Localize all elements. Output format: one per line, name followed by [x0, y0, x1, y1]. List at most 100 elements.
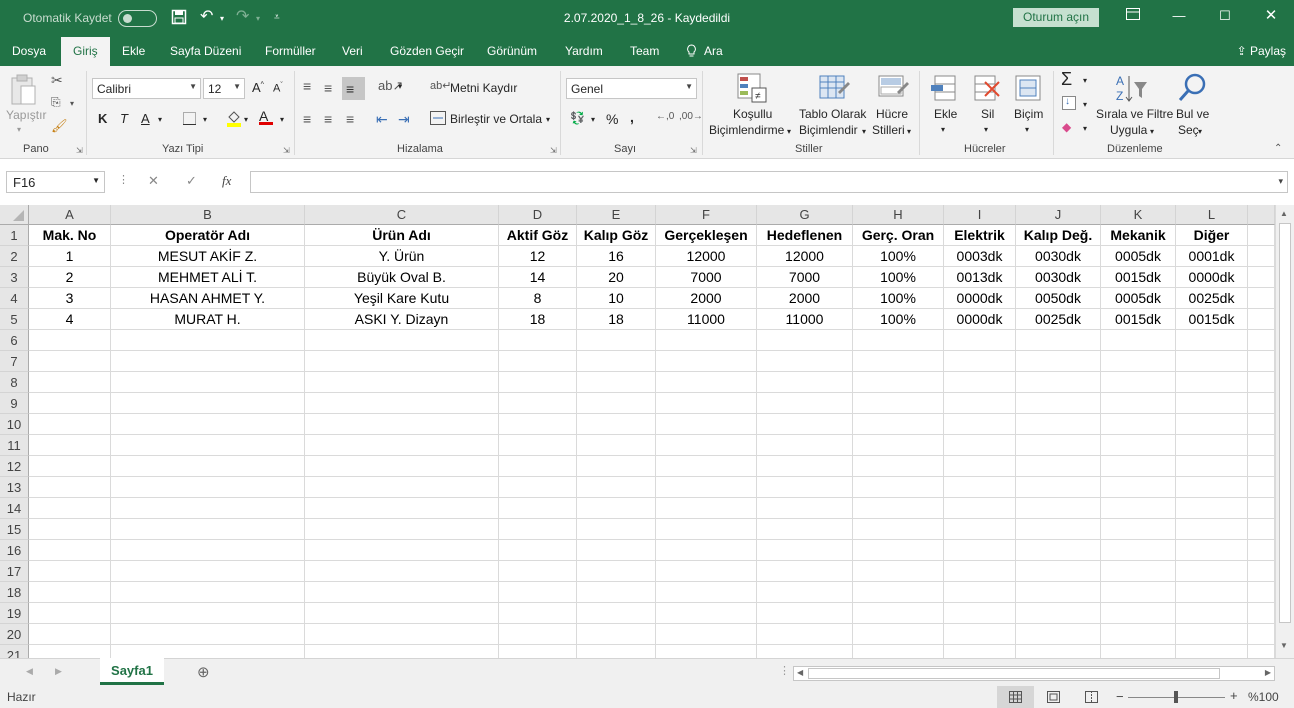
tab-gozden-gecir[interactable]: Gözden Geçir [390, 44, 464, 58]
cell-d9[interactable] [499, 393, 577, 414]
cell-j14[interactable] [1016, 498, 1101, 519]
cell-l6[interactable] [1176, 330, 1248, 351]
cell-i9[interactable] [944, 393, 1016, 414]
column-header-k[interactable]: K [1101, 205, 1176, 225]
cell-b8[interactable] [111, 372, 305, 393]
cell-k14[interactable] [1101, 498, 1176, 519]
column-header-i[interactable]: I [944, 205, 1016, 225]
cell-g13[interactable] [757, 477, 853, 498]
wrap-text-icon[interactable]: ab↵ [430, 79, 451, 92]
clear-dropdown-icon[interactable]: ▾ [1083, 124, 1087, 133]
cell-a19[interactable] [29, 603, 111, 624]
row-header-12[interactable]: 12 [0, 456, 29, 477]
cell-h11[interactable] [853, 435, 944, 456]
cell-l16[interactable] [1176, 540, 1248, 561]
row-header-4[interactable]: 4 [0, 288, 29, 309]
cut-icon[interactable]: ✂ [51, 72, 63, 89]
cell-e10[interactable] [577, 414, 656, 435]
italic-button[interactable]: T [120, 111, 128, 126]
alignment-launcher-icon[interactable]: ⇲ [550, 146, 557, 155]
cell-k6[interactable] [1101, 330, 1176, 351]
fill-color-dropdown-icon[interactable]: ▾ [244, 115, 248, 124]
cell-i20[interactable] [944, 624, 1016, 645]
vertical-scrollbar[interactable]: ▲ ▼ [1275, 205, 1294, 658]
column-header-a[interactable]: A [29, 205, 111, 225]
cell-i14[interactable] [944, 498, 1016, 519]
cell-filler[interactable] [1248, 477, 1275, 498]
column-header-l[interactable]: L [1176, 205, 1248, 225]
insert-function-button[interactable]: fx [222, 173, 231, 189]
format-cells-button[interactable]: Biçim [1014, 107, 1043, 122]
cell-d3[interactable]: 14 [499, 267, 577, 288]
cell-k13[interactable] [1101, 477, 1176, 498]
cell-a13[interactable] [29, 477, 111, 498]
cell-d6[interactable] [499, 330, 577, 351]
cell-d17[interactable] [499, 561, 577, 582]
autosum-icon[interactable]: Σ [1061, 69, 1072, 90]
cell-f8[interactable] [656, 372, 757, 393]
tab-splitter-icon[interactable]: ⋮ [779, 664, 790, 677]
cell-h6[interactable] [853, 330, 944, 351]
align-center-icon[interactable]: ≡ [324, 111, 332, 127]
cell-l5[interactable]: 0015dk [1176, 309, 1248, 330]
cell-l14[interactable] [1176, 498, 1248, 519]
cell-b20[interactable] [111, 624, 305, 645]
cell-e12[interactable] [577, 456, 656, 477]
cell-a6[interactable] [29, 330, 111, 351]
cell-a9[interactable] [29, 393, 111, 414]
increase-indent-icon[interactable]: ⇥ [398, 111, 410, 128]
cell-l7[interactable] [1176, 351, 1248, 372]
row-header-21[interactable]: 21 [0, 645, 29, 658]
cell-k15[interactable] [1101, 519, 1176, 540]
cell-h10[interactable] [853, 414, 944, 435]
cell-g19[interactable] [757, 603, 853, 624]
cell-g20[interactable] [757, 624, 853, 645]
cell-h9[interactable] [853, 393, 944, 414]
cell-styles-line1[interactable]: Hücre [876, 107, 908, 122]
cell-b16[interactable] [111, 540, 305, 561]
cell-c14[interactable] [305, 498, 499, 519]
fill-dropdown-icon[interactable]: ▾ [1083, 100, 1087, 109]
cell-k8[interactable] [1101, 372, 1176, 393]
cell-k12[interactable] [1101, 456, 1176, 477]
cell-a2[interactable]: 1 [29, 246, 111, 267]
collapse-ribbon-icon[interactable]: ⌃ [1274, 143, 1282, 154]
percent-button[interactable]: % [606, 111, 618, 127]
scroll-up-icon[interactable]: ▲ [1280, 209, 1288, 218]
cell-f1[interactable]: Gerçekleşen [656, 225, 757, 246]
cell-j8[interactable] [1016, 372, 1101, 393]
cell-i3[interactable]: 0013dk [944, 267, 1016, 288]
cell-b5[interactable]: MURAT H. [111, 309, 305, 330]
cell-f19[interactable] [656, 603, 757, 624]
format-painter-icon[interactable]: 🖌 [51, 118, 68, 134]
cell-filler[interactable] [1248, 603, 1275, 624]
format-as-table-line2[interactable]: Biçimlendir [799, 123, 858, 138]
tell-me-search[interactable]: Ara [704, 44, 723, 58]
tab-formuller[interactable]: Formüller [265, 44, 316, 58]
cell-j1[interactable]: Kalıp Değ. [1016, 225, 1101, 246]
cell-b1[interactable]: Operatör Adı [111, 225, 305, 246]
clear-icon[interactable]: ◆ [1062, 120, 1071, 134]
cell-d8[interactable] [499, 372, 577, 393]
font-launcher-icon[interactable]: ⇲ [283, 146, 290, 155]
delete-dropdown-icon[interactable]: ▾ [984, 125, 988, 134]
cell-c12[interactable] [305, 456, 499, 477]
cell-h12[interactable] [853, 456, 944, 477]
cell-a10[interactable] [29, 414, 111, 435]
cell-e21[interactable] [577, 645, 656, 658]
delete-cells-button[interactable]: Sil [981, 107, 994, 122]
cell-b18[interactable] [111, 582, 305, 603]
cell-filler[interactable] [1248, 288, 1275, 309]
cell-b4[interactable]: HASAN AHMET Y. [111, 288, 305, 309]
insert-dropdown-icon[interactable]: ▾ [941, 125, 945, 134]
cell-f4[interactable]: 2000 [656, 288, 757, 309]
cell-j10[interactable] [1016, 414, 1101, 435]
cell-h18[interactable] [853, 582, 944, 603]
cell-e17[interactable] [577, 561, 656, 582]
cell-g5[interactable]: 11000 [757, 309, 853, 330]
row-header-20[interactable]: 20 [0, 624, 29, 645]
cell-h3[interactable]: 100% [853, 267, 944, 288]
cell-i8[interactable] [944, 372, 1016, 393]
cell-e6[interactable] [577, 330, 656, 351]
maximize-icon[interactable]: ☐ [1215, 8, 1235, 24]
